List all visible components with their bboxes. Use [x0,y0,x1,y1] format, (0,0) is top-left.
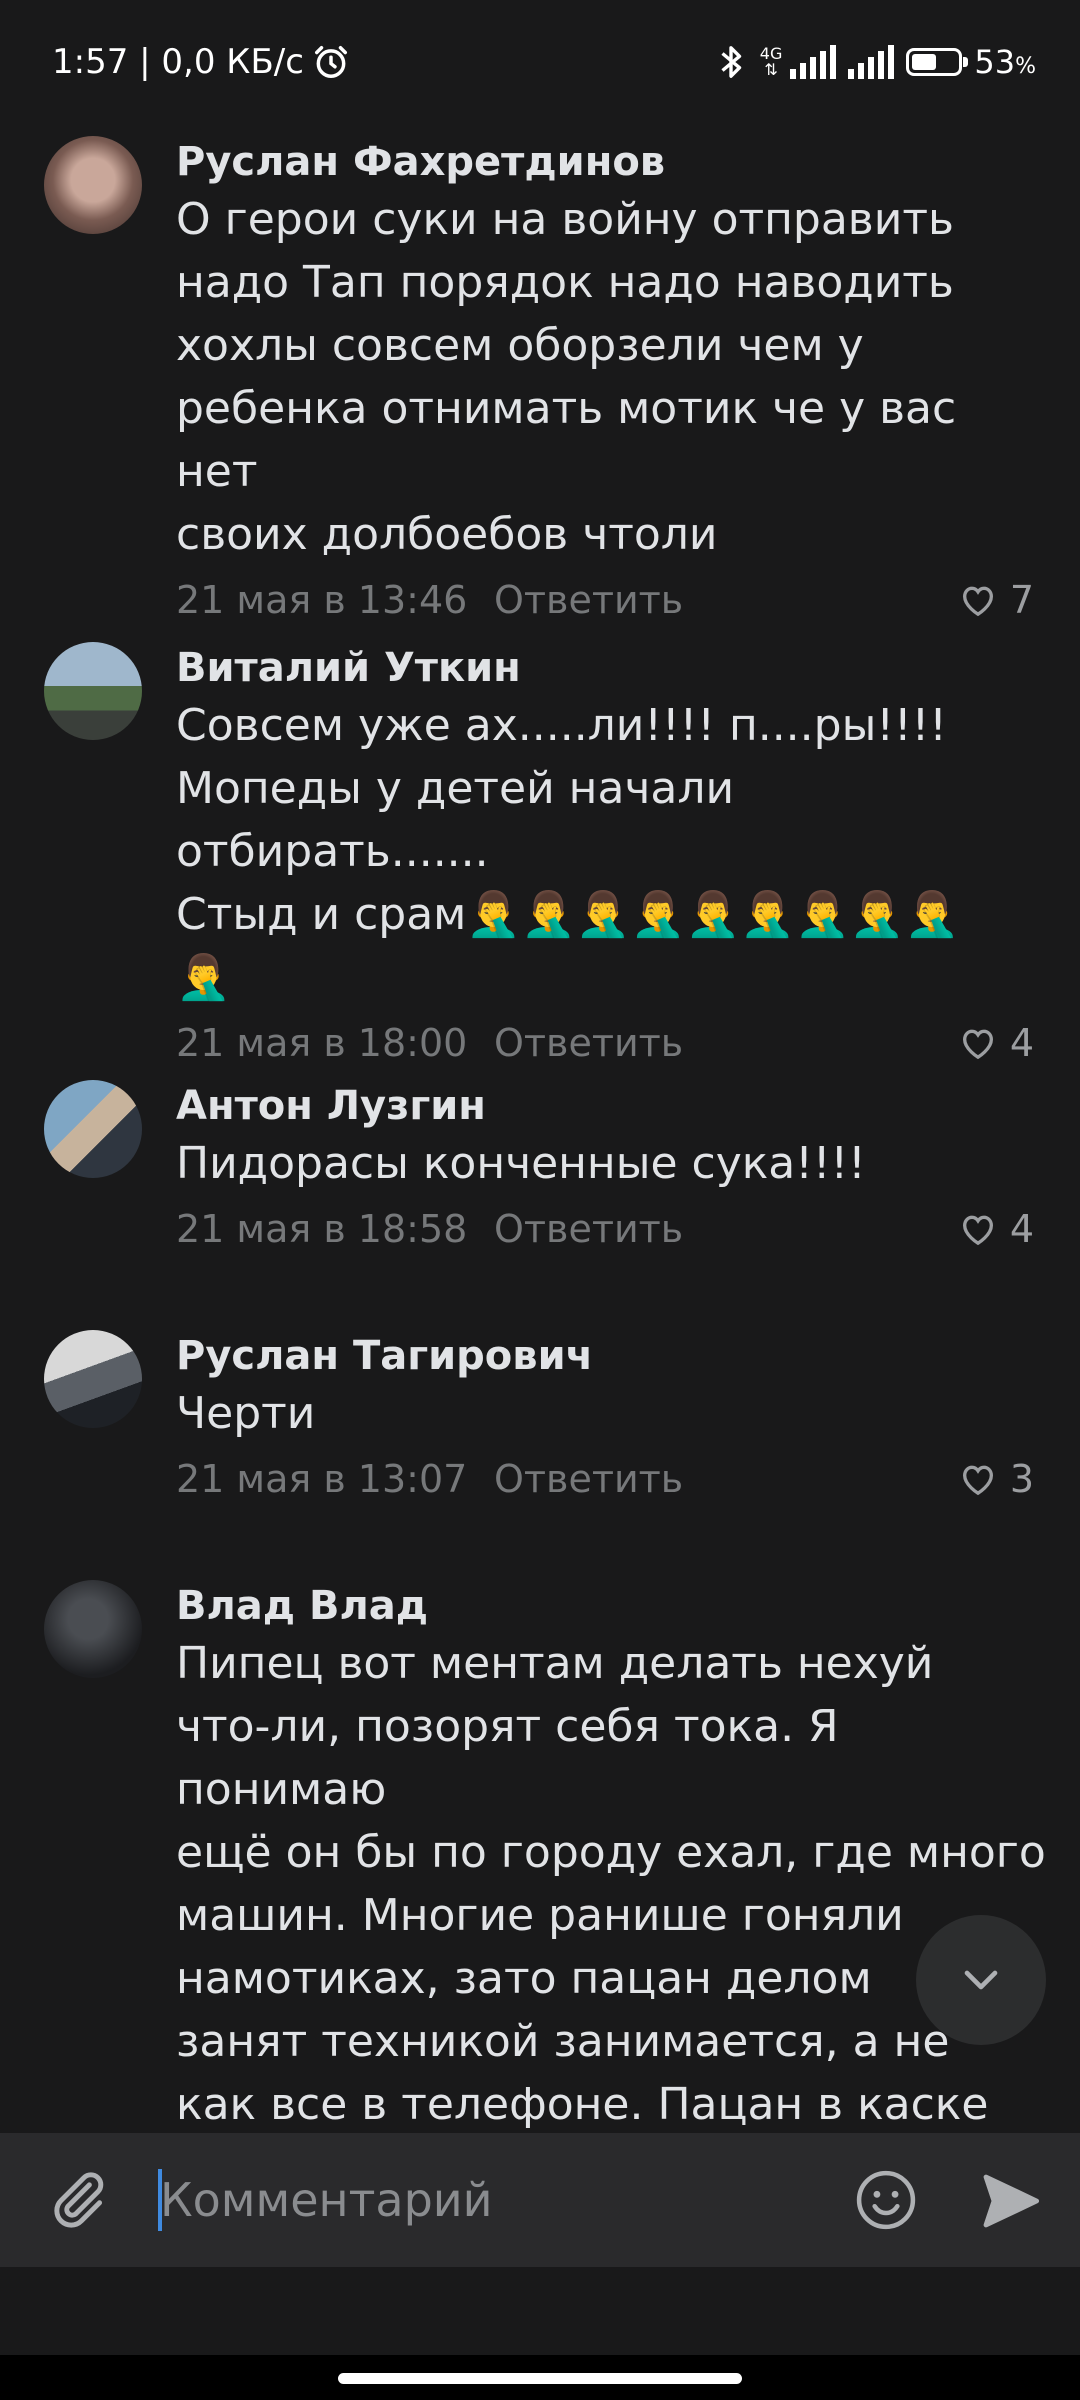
like-button[interactable]: 3 [958,1449,1034,1509]
heart-icon [962,1215,993,1246]
comment-date: 21 мая в 18:00 [176,1021,468,1065]
signal-2-icon [848,45,895,79]
comment-text: Совсем уже ах.....ли!!!! п....ры!!!! Моп… [176,700,960,1003]
status-left: 1:57 | 0,0 КБ/с [52,36,350,88]
like-button[interactable]: 4 [958,1013,1034,1073]
comment-text: Пипец вот ментам делать нехуй что-ли, по… [176,1638,1046,2130]
heart-icon [962,1465,993,1496]
avatar[interactable] [44,136,142,234]
comment-body: Руслан Фахретдинов О герои суки на войну… [176,136,1046,630]
data-arrows-icon: ⇅ [764,60,778,79]
avatar[interactable] [44,1580,142,1678]
chevron-down-icon [964,1970,998,1990]
network-type: 4G ⇅ [759,44,783,79]
comment-author[interactable]: Антон Лузгин [176,1080,1046,1132]
avatar[interactable] [44,642,142,740]
like-button[interactable]: 7 [958,570,1034,630]
paperclip-icon[interactable] [44,2167,110,2233]
avatar[interactable] [44,1080,142,1178]
bluetooth-icon [721,46,741,78]
battery-icon [906,48,969,76]
comment-text: Пидорасы конченные сука!!!! [176,1138,866,1189]
heart-icon [962,586,993,617]
like-button[interactable]: 4 [958,1199,1034,1259]
reply-button[interactable]: Ответить [494,1013,683,1073]
comment-composer [0,2133,1080,2267]
comment-meta: 21 мая в 18:58 Ответить 4 [176,1199,1046,1259]
comment-meta: 21 мая в 13:07 Ответить 3 [176,1449,1046,1509]
comment-input[interactable] [160,2165,820,2235]
emoji-icon[interactable] [852,2166,920,2234]
status-bar: 1:57 | 0,0 КБ/с 4G ⇅ 53% [0,0,1080,120]
comment-author[interactable]: Виталий Уткин [176,642,1046,694]
like-count: 3 [1009,1457,1034,1501]
comment-date: 21 мая в 13:07 [176,1457,468,1501]
comment-meta: 21 мая в 18:00 Ответить 4 [176,1013,1046,1073]
comment-text: Черти [176,1388,316,1439]
reply-button[interactable]: Ответить [494,1449,683,1509]
like-count: 4 [1009,1021,1034,1065]
comment-author[interactable]: Влад Влад [176,1580,1046,1632]
comments-list[interactable]: Руслан Фахретдинов О герои суки на войну… [0,120,1080,2130]
send-icon[interactable] [978,2169,1042,2233]
comment-author[interactable]: Руслан Фахретдинов [176,136,1046,188]
avatar[interactable] [44,1330,142,1428]
comment-author[interactable]: Руслан Тагирович [176,1330,1046,1382]
comment-meta: 21 мая в 13:46 Ответить 7 [176,570,1046,630]
status-right: 4G ⇅ 53% [714,36,1036,88]
home-indicator[interactable] [338,2373,742,2384]
alarm-icon [314,46,347,78]
reply-button[interactable]: Ответить [494,1199,683,1259]
scroll-down-button[interactable] [916,1915,1046,2045]
like-count: 4 [1009,1207,1034,1251]
battery-level: 53% [974,43,1036,81]
reply-button[interactable]: Ответить [494,570,683,630]
comment-date: 21 мая в 18:58 [176,1207,468,1251]
comment-body: Виталий Уткин Совсем уже ах.....ли!!!! п… [176,642,1046,1073]
heart-icon [962,1029,993,1060]
status-time-speed: 1:57 | 0,0 КБ/с [52,42,304,82]
comment-text: О герои суки на войну отправить надо Тап… [176,194,957,560]
comment-body: Антон Лузгин Пидорасы конченные сука!!!!… [176,1080,1046,1259]
comment-body: Влад Влад Пипец вот ментам делать нехуй … [176,1580,1046,2130]
signal-icon [790,45,837,79]
like-count: 7 [1009,578,1034,622]
comment-body: Руслан Тагирович Черти 21 мая в 13:07 От… [176,1330,1046,1509]
comment-date: 21 мая в 13:46 [176,578,468,622]
